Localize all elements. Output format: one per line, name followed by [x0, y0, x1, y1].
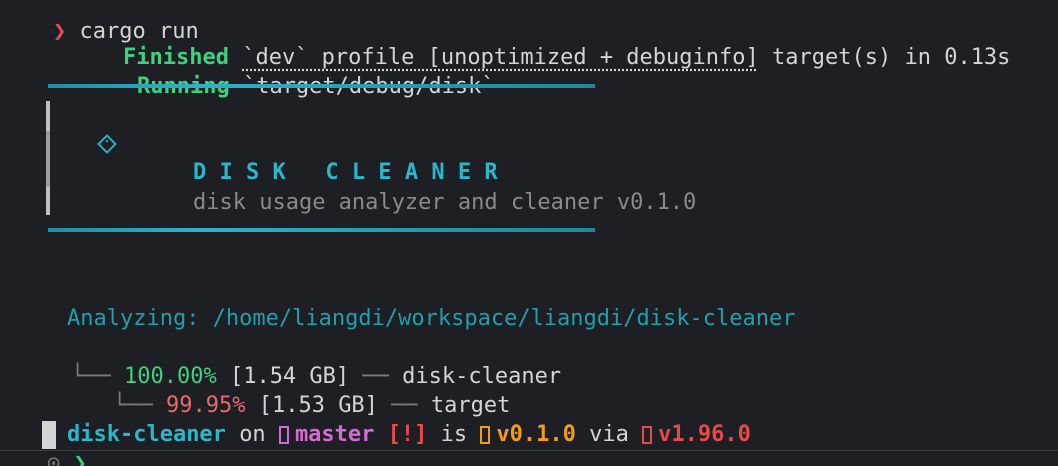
- status-pkg-version: v0.1.0: [496, 422, 576, 447]
- status-rust-version: v1.96.0: [658, 422, 751, 447]
- diamond-icon: [97, 134, 117, 154]
- banner-bar-2: [46, 131, 50, 159]
- text-cursor[interactable]: [42, 421, 56, 449]
- banner-subtitle-text: disk usage analyzer and cleaner v0.1.0: [192, 190, 697, 215]
- analyzing-text: Analyzing: /home/liangdi/workspace/liang…: [66, 306, 796, 331]
- prompt-status-line: disk-cleaner on master [!] is v0.1.0 via…: [14, 391, 751, 447]
- window-bottom-divider: [0, 450, 1058, 451]
- finished-rest: target(s) in 0.13s: [758, 45, 1011, 70]
- banner-subtitle: disk usage analyzer and cleaner v0.1.0: [140, 159, 696, 215]
- build-finished-line: Finished `dev` profile [unoptimized + de…: [70, 14, 1010, 70]
- prompt-left-mark: ⊙: [46, 451, 61, 466]
- banner-bar-1: [46, 101, 50, 131]
- tree-row: └── 99.95% [1.53 GB] ── target: [60, 362, 510, 418]
- git-branch-icon: [278, 422, 295, 447]
- analyzing-line: Analyzing: /home/liangdi/workspace/liang…: [14, 275, 795, 331]
- tree-row: └── 100.00% [1.54 GB] ── disk-cleaner: [18, 333, 561, 389]
- prompt-symbol-icon: ❯: [73, 451, 87, 466]
- status-is: is: [440, 422, 468, 447]
- banner-bar-3: [46, 159, 50, 187]
- rust-icon: [642, 422, 658, 447]
- prompt-arrow-icon: ❯: [52, 19, 67, 44]
- build-running-line: Running `target/debug/disk`: [84, 43, 495, 99]
- banner-bottom-rule: [48, 228, 595, 232]
- status-dir: disk-cleaner: [66, 422, 226, 447]
- package-icon: [480, 422, 496, 447]
- status-via: via: [589, 422, 629, 447]
- banner-top-rule: [48, 84, 595, 88]
- status-on: on: [239, 422, 266, 447]
- banner-bar-4: [46, 187, 50, 215]
- status-branch: master: [294, 422, 375, 447]
- terminal-window[interactable]: ❯ cargo run Finished `dev` profile [unop…: [0, 0, 1058, 466]
- status-flags: [!]: [387, 422, 428, 447]
- banner-title: D I S K C L E A N E R: [140, 129, 498, 185]
